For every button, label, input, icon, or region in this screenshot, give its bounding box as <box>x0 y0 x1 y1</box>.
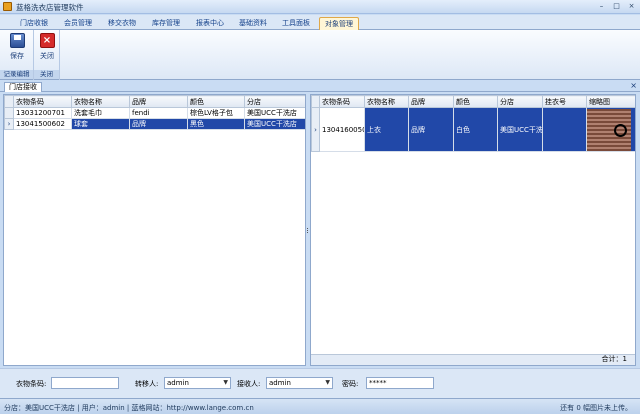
close-icon: × <box>39 33 55 48</box>
row-marker[interactable]: › <box>311 107 320 152</box>
cell-thumbnail[interactable] <box>586 107 635 152</box>
tab-member-management[interactable]: 会员管理 <box>58 17 98 30</box>
total-count: 合计：1 <box>601 355 627 363</box>
maximize-button[interactable]: □ <box>610 1 623 12</box>
row-header-corner <box>311 95 320 108</box>
chevron-down-icon: ▼ <box>325 379 330 386</box>
cell-color[interactable]: 白色 <box>453 107 498 152</box>
column-header[interactable]: 品牌 <box>408 95 454 108</box>
receiver-label: 接收人: <box>237 380 261 388</box>
cell-barcode[interactable]: 13041600501 <box>319 107 365 152</box>
column-header[interactable]: 分店 <box>244 95 305 108</box>
transfer-person-select[interactable]: admin ▼ <box>164 377 231 389</box>
transfer-person-label: 转移人: <box>135 380 159 388</box>
window-title: 蓝格洗衣店管理软件 <box>16 3 84 12</box>
column-header[interactable]: 衣物条码 <box>319 95 365 108</box>
chevron-down-icon: ▼ <box>223 379 228 386</box>
ribbon-group-record-edit: 保存 记录编辑 <box>0 30 34 80</box>
cell-branch[interactable]: 美国UCC干洗... <box>497 107 543 152</box>
cell-barcode[interactable]: 13031200701 <box>13 107 72 119</box>
row-header-corner <box>4 95 14 108</box>
document-tab-strip: 门店接收 × <box>0 81 640 92</box>
right-grid-header: 衣物条码 衣物名称 品牌 颜色 分店 挂衣号 缩略图 <box>311 95 635 108</box>
receiver-value: admin <box>269 379 291 387</box>
password-label: 密码: <box>342 380 359 388</box>
ribbon-group-close: × 关闭 关闭 <box>34 30 60 80</box>
upload-status: 还有 0 幅图片未上传。 <box>560 404 632 412</box>
barcode-input[interactable] <box>51 377 119 389</box>
password-input[interactable]: ***** <box>366 377 434 389</box>
column-header[interactable]: 衣物名称 <box>364 95 409 108</box>
column-header[interactable]: 分店 <box>497 95 543 108</box>
tab-store-cashier[interactable]: 门店收银 <box>14 17 54 30</box>
ribbon: 保存 记录编辑 × 关闭 关闭 <box>0 30 640 80</box>
left-grid: 衣物条码 衣物名称 品牌 颜色 分店 13031200701 洗套毛巾 fend… <box>4 95 305 130</box>
cell-barcode[interactable]: 13041500602 <box>13 118 72 130</box>
title-bar: 蓝格洗衣店管理软件 – □ × <box>0 0 640 14</box>
table-row-selected[interactable]: › 13041600501 上衣 品牌 白色 美国UCC干洗... <box>311 107 635 152</box>
cell-brand[interactable]: 品牌 <box>129 118 188 130</box>
cell-brand[interactable]: fendi <box>129 107 188 119</box>
save-icon <box>9 33 25 48</box>
table-row[interactable]: 13031200701 洗套毛巾 fendi 棕色LV格子包 美国UCC干洗店 <box>4 107 305 119</box>
transfer-person-value: admin <box>167 379 189 387</box>
garment-thumbnail-image <box>587 108 631 151</box>
app-icon <box>3 2 12 11</box>
row-marker[interactable] <box>4 107 14 119</box>
receiver-select[interactable]: admin ▼ <box>266 377 333 389</box>
window-controls: – □ × <box>595 1 638 12</box>
column-header[interactable]: 品牌 <box>129 95 188 108</box>
cell-hanger-no[interactable] <box>542 107 587 152</box>
total-bar: 合计：1 <box>311 354 635 365</box>
cell-branch[interactable]: 美国UCC干洗店 <box>244 118 305 130</box>
cell-brand[interactable]: 品牌 <box>408 107 454 152</box>
cell-branch[interactable]: 美国UCC干洗店 <box>244 107 305 119</box>
status-bar: 分店：美国UCC干洗店 | 用户：admin | 蓝格网站：http://www… <box>0 398 640 414</box>
status-info: 分店：美国UCC干洗店 | 用户：admin | 蓝格网站：http://www… <box>4 404 254 412</box>
column-header[interactable]: 颜色 <box>453 95 498 108</box>
barcode-label: 衣物条码: <box>16 380 47 388</box>
doc-tab-store-receive[interactable]: 门店接收 <box>4 82 42 92</box>
tab-object-management[interactable]: 对象管理 <box>319 17 359 30</box>
cell-color[interactable]: 黑色 <box>187 118 245 130</box>
tab-tools[interactable]: 工具面板 <box>276 17 316 30</box>
tab-transfer-clothes[interactable]: 移交衣物 <box>102 17 142 30</box>
right-grid-panel: 衣物条码 衣物名称 品牌 颜色 分店 挂衣号 缩略图 › 13041600501… <box>310 94 636 366</box>
close-window-button[interactable]: × <box>625 1 638 12</box>
tab-reports[interactable]: 报表中心 <box>190 17 230 30</box>
tab-inventory[interactable]: 库存管理 <box>146 17 186 30</box>
close-doc-icon[interactable]: × <box>630 81 637 90</box>
column-header[interactable]: 挂衣号 <box>542 95 587 108</box>
minimize-button[interactable]: – <box>595 1 608 12</box>
cell-name[interactable]: 上衣 <box>364 107 409 152</box>
row-marker[interactable]: › <box>4 118 14 130</box>
save-button[interactable]: 保存 <box>5 33 29 61</box>
table-row-selected[interactable]: › 13041500602 球套 品牌 黑色 美国UCC干洗店 <box>4 118 305 130</box>
ribbon-group-label: 关闭 <box>34 70 59 79</box>
menu-tab-bar: 门店收银 会员管理 移交衣物 库存管理 报表中心 基础资料 工具面板 对象管理 <box>0 15 640 30</box>
cell-color[interactable]: 棕色LV格子包 <box>187 107 245 119</box>
tab-basic-data[interactable]: 基础资料 <box>233 17 273 30</box>
cell-name[interactable]: 球套 <box>71 118 130 130</box>
column-header[interactable]: 衣物名称 <box>71 95 130 108</box>
right-grid: 衣物条码 衣物名称 品牌 颜色 分店 挂衣号 缩略图 › 13041600501… <box>311 95 635 152</box>
column-header[interactable]: 衣物条码 <box>13 95 72 108</box>
column-header[interactable]: 缩略图 <box>586 95 635 108</box>
left-grid-panel: 衣物条码 衣物名称 品牌 颜色 分店 13031200701 洗套毛巾 fend… <box>3 94 306 366</box>
column-header[interactable]: 颜色 <box>187 95 245 108</box>
save-button-label: 保存 <box>10 52 24 60</box>
cell-name[interactable]: 洗套毛巾 <box>71 107 130 119</box>
left-grid-header: 衣物条码 衣物名称 品牌 颜色 分店 <box>4 95 305 108</box>
ribbon-group-label: 记录编辑 <box>0 70 33 79</box>
close-button[interactable]: × 关闭 <box>35 33 59 61</box>
transfer-form: 衣物条码: 转移人: admin ▼ 接收人: admin ▼ 密码: ****… <box>0 368 640 398</box>
close-button-label: 关闭 <box>40 52 54 60</box>
